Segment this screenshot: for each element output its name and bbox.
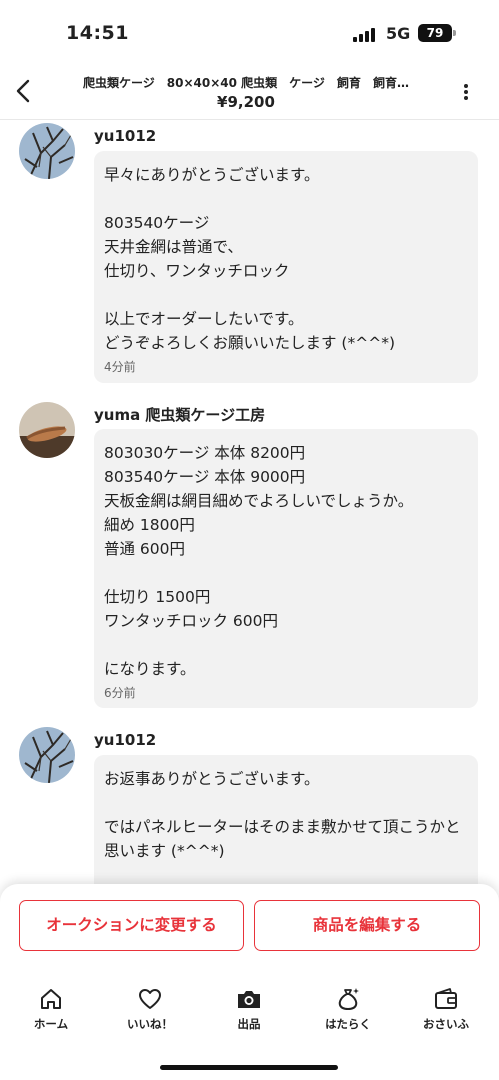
tree-branches-avatar-icon	[19, 727, 75, 783]
tab-bar: ホーム いいね！ 出品 はたらく おさいふ	[0, 986, 499, 1046]
battery-icon: 79	[418, 24, 452, 42]
tab-listing[interactable]: 出品	[209, 986, 289, 1032]
tab-label: はたらく	[325, 1017, 371, 1031]
message-time: 4分前	[104, 360, 136, 374]
avatar[interactable]	[19, 123, 75, 179]
tab-home[interactable]: ホーム	[11, 986, 91, 1032]
avatar[interactable]	[19, 402, 75, 458]
tab-likes[interactable]: いいね！	[110, 986, 190, 1032]
message-bubble[interactable]: お返事ありがとうございます。 ではパネルヒーターはそのまま敷かせて頂こうかと思い…	[94, 755, 478, 889]
battery-tip	[453, 30, 456, 36]
more-vertical-icon[interactable]	[456, 82, 476, 106]
tab-label: おさいふ	[423, 1017, 469, 1031]
sender-name: yu1012	[94, 127, 157, 145]
back-button[interactable]	[8, 74, 42, 108]
message-bubble[interactable]: 早々にありがとうございます。 803540ケージ 天井金網は普通で、 仕切り、ワ…	[94, 151, 478, 383]
home-icon	[41, 989, 61, 1009]
message-text: 早々にありがとうございます。 803540ケージ 天井金網は普通で、 仕切り、ワ…	[104, 166, 395, 352]
signal-icon	[353, 26, 379, 42]
sender-name: yu1012	[94, 731, 157, 749]
message-time: 6分前	[104, 686, 136, 700]
message-list[interactable]: yu1012 早々にありがとうございます。 803540ケージ 天井金網は普通で…	[0, 121, 499, 889]
edit-item-button[interactable]: 商品を編集する	[254, 900, 480, 951]
sender-name: yuma 爬虫類ケージ工房	[94, 406, 266, 424]
wallet-icon	[435, 988, 457, 1009]
home-indicator	[160, 1065, 338, 1070]
status-bar: 14:51 5G 79	[0, 0, 499, 62]
message-bubble[interactable]: 803030ケージ 本体 8200円 803540ケージ 本体 9000円 天板…	[94, 429, 478, 708]
camera-icon	[238, 991, 260, 1008]
lizard-avatar-icon	[19, 402, 75, 458]
tab-label: ホーム	[33, 1017, 69, 1031]
chevron-left-icon	[16, 79, 30, 103]
tab-label: いいね！	[127, 1017, 173, 1031]
status-time: 14:51	[66, 22, 129, 44]
network-label: 5G	[386, 24, 411, 43]
item-price: ¥9,200	[217, 93, 275, 111]
message-text: 803030ケージ 本体 8200円 803540ケージ 本体 9000円 天板…	[104, 444, 414, 678]
item-title[interactable]: 爬虫類ケージ 80×40×40 爬虫類 ケージ 飼育 飼育…	[66, 74, 426, 91]
change-to-auction-button[interactable]: オークションに変更する	[19, 900, 244, 951]
item-header: 爬虫類ケージ 80×40×40 爬虫類 ケージ 飼育 飼育… ¥9,200	[0, 62, 499, 120]
heart-icon	[139, 989, 161, 1009]
tab-work[interactable]: はたらく	[308, 986, 388, 1032]
tab-wallet[interactable]: おさいふ	[406, 986, 486, 1032]
tab-label: 出品	[237, 1017, 261, 1031]
tree-branches-avatar-icon	[19, 123, 75, 179]
message-text: お返事ありがとうございます。 ではパネルヒーターはそのまま敷かせて頂こうかと思い…	[104, 770, 461, 860]
money-bag-icon	[338, 988, 359, 1010]
avatar[interactable]	[19, 727, 75, 783]
bottom-panel: オークションに変更する 商品を編集する ホーム いいね！ 出品 はたらく おさい…	[0, 884, 499, 1080]
